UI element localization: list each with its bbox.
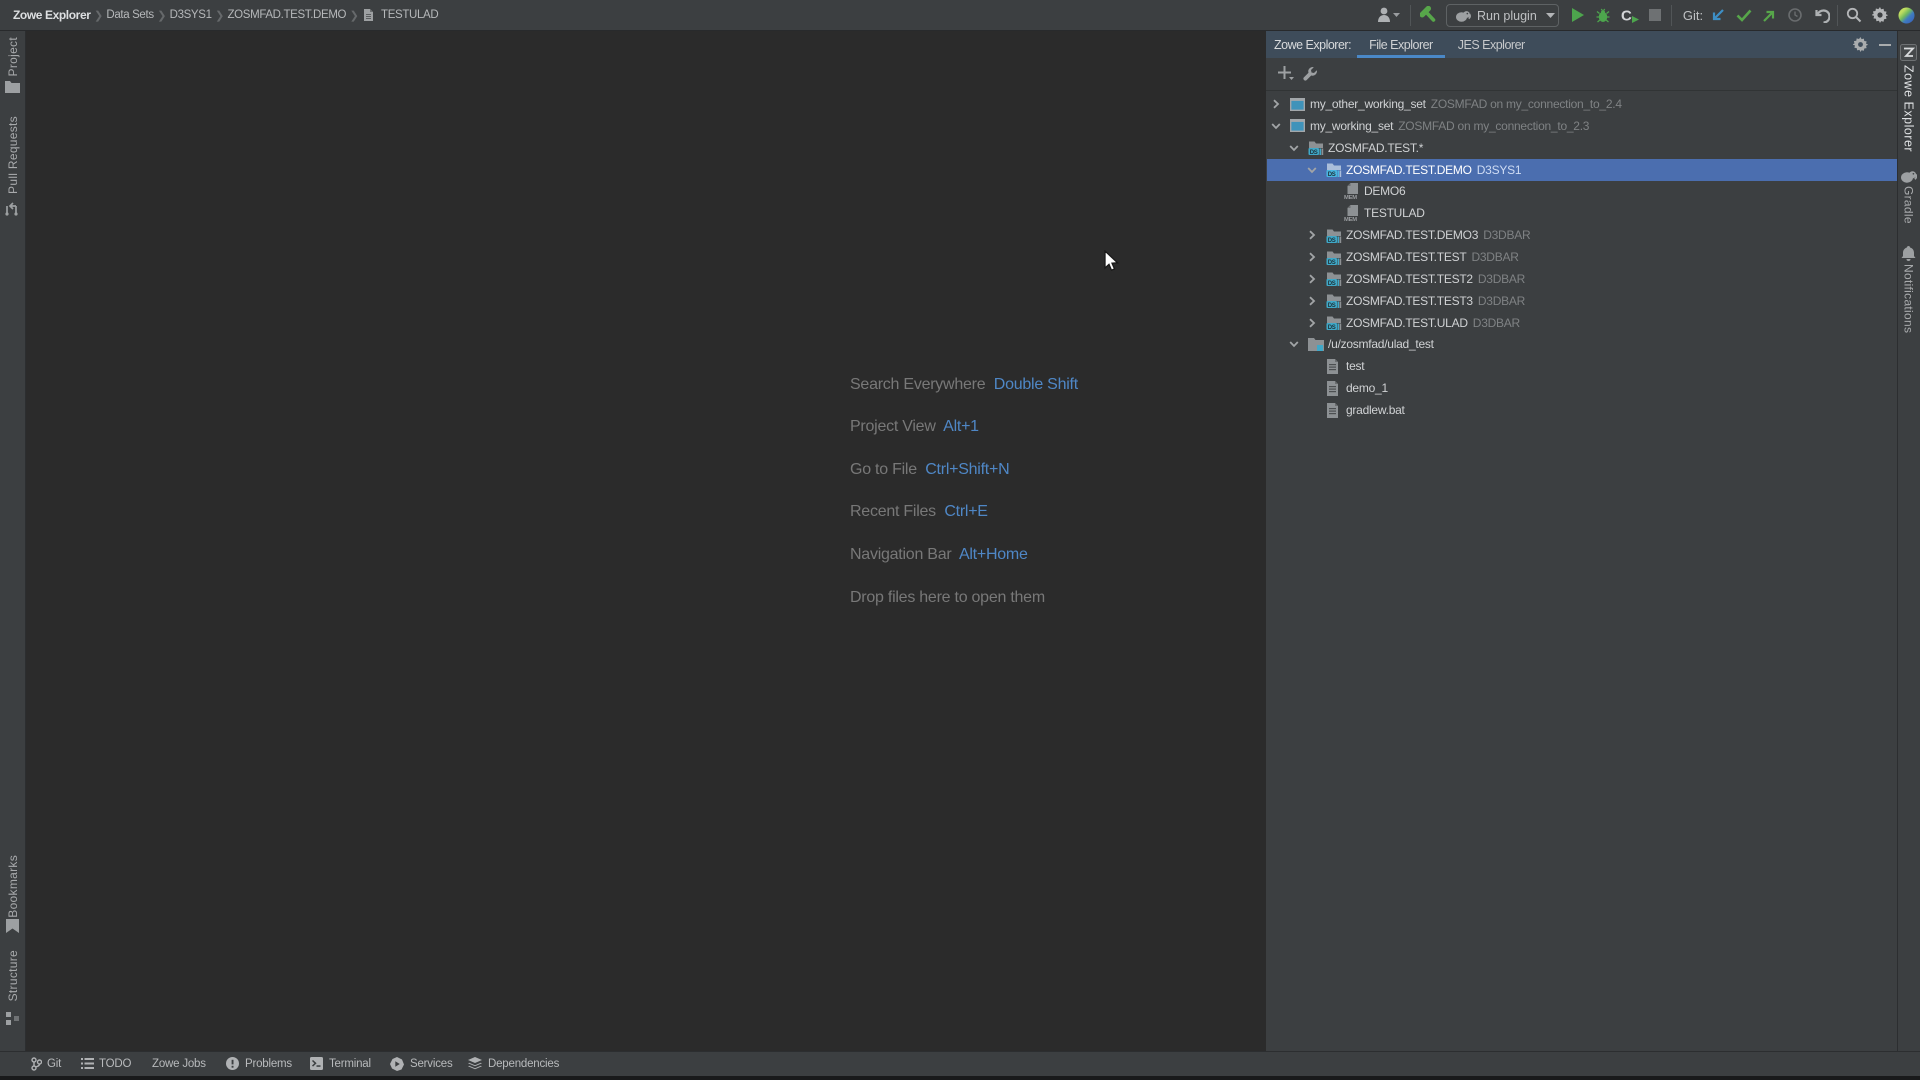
svg-text:DS: DS	[1328, 303, 1336, 308]
svg-text:DS: DS	[1328, 325, 1336, 330]
svg-text:MEM: MEM	[1344, 217, 1357, 221]
svg-text:C: C	[1621, 8, 1632, 24]
svg-text:DS: DS	[1328, 281, 1336, 286]
svg-text:MEM: MEM	[1344, 195, 1357, 199]
svg-text:DS: DS	[1328, 259, 1336, 264]
svg-text:DS: DS	[1328, 172, 1336, 177]
svg-text:DS: DS	[1310, 150, 1318, 155]
svg-text:DS: DS	[1328, 237, 1336, 242]
